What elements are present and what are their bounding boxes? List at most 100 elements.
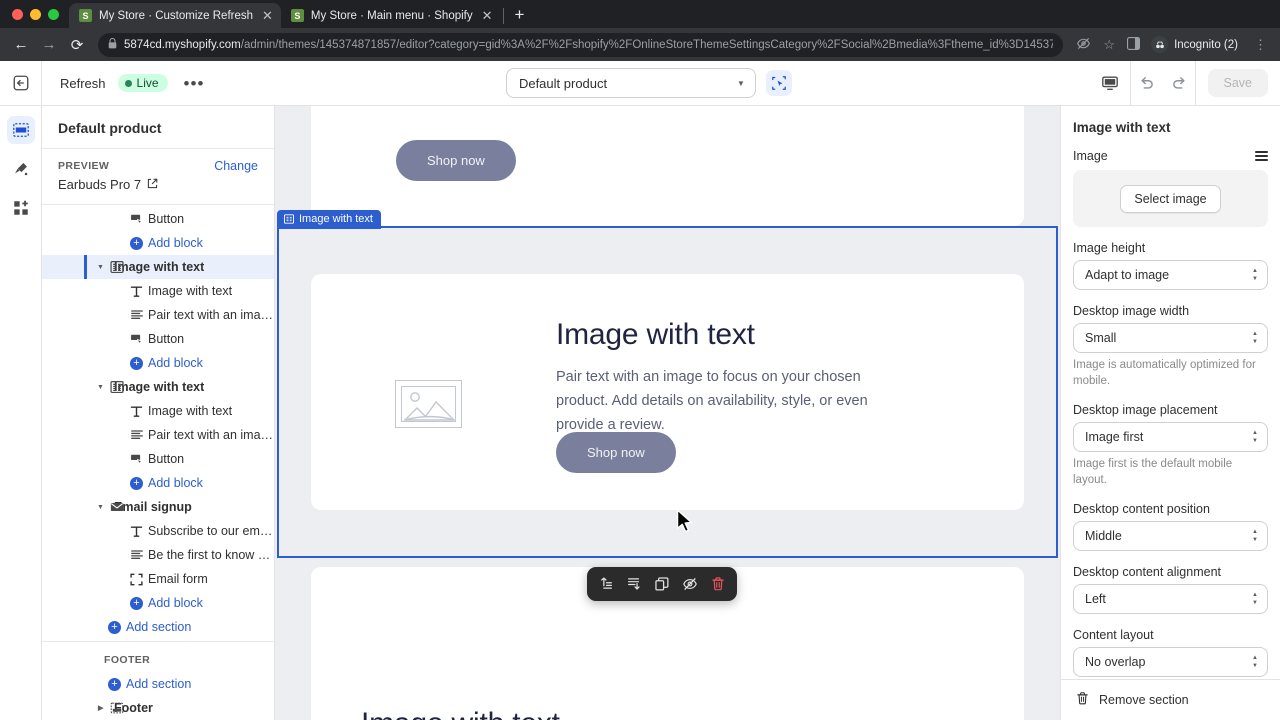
rail-item-theme-settings[interactable] — [7, 155, 35, 183]
close-window-button[interactable] — [12, 8, 23, 20]
footer-icon — [109, 701, 124, 715]
button-icon — [129, 452, 144, 466]
chevron-down-icon[interactable]: ▼ — [97, 384, 104, 391]
plus-circle-icon: + — [129, 476, 144, 490]
chevron-down-icon[interactable]: ▼ — [97, 504, 104, 511]
sections-sidebar: Default product PREVIEW Change Earbuds P… — [42, 106, 275, 720]
stack-icon[interactable] — [1255, 150, 1268, 162]
editor-rail — [0, 106, 42, 720]
preview-label: PREVIEW — [58, 160, 110, 172]
paragraph-icon — [129, 308, 144, 322]
preview-below-heading[interactable]: Image with text — [361, 707, 560, 720]
preview-section-selected[interactable]: Image with text Pair text with an image … — [275, 210, 1060, 558]
shopify-favicon-icon: S — [79, 9, 92, 22]
sidebar-block-item[interactable]: Button — [42, 207, 274, 231]
editor-topbar-right: Save — [1090, 61, 1280, 105]
hide-section-button[interactable] — [677, 572, 703, 596]
sidebar-block-item[interactable]: Image with text — [42, 399, 274, 423]
inspect-mode-button[interactable] — [765, 70, 792, 96]
setting-field-select[interactable]: Left ▲ ▼ — [1073, 584, 1268, 615]
selected-section-badge[interactable]: Image with text — [277, 210, 381, 229]
image-dropzone[interactable]: Select image — [1073, 170, 1268, 227]
add-section-button[interactable]: + Add section — [42, 615, 274, 635]
maximize-window-button[interactable] — [48, 8, 59, 20]
preview-above-shop-now-button[interactable]: Shop now — [396, 140, 516, 181]
delete-section-button[interactable] — [705, 572, 731, 596]
sidebar-block-item[interactable]: Button — [42, 327, 274, 351]
sidebar-block-item[interactable]: Button — [42, 447, 274, 471]
browser-menu-icon[interactable]: ⋮ — [1249, 37, 1272, 53]
select-image-button[interactable]: Select image — [1120, 184, 1221, 213]
side-panel-icon[interactable] — [1122, 36, 1145, 53]
chevron-right-icon[interactable]: ▶ — [98, 704, 103, 712]
reload-button[interactable]: ⟳ — [64, 32, 90, 58]
sidebar-footer-group: FOOTER + Add section ▶ Footer — [42, 635, 274, 720]
setting-field-select[interactable]: No overlap ▲ ▼ — [1073, 647, 1268, 678]
sidebar-section-item[interactable]: ▼ Image with text — [42, 255, 274, 279]
url-host: 5874cd.myshopify.com — [124, 38, 241, 51]
tree-item-label: Add block — [148, 356, 203, 370]
setting-field-select[interactable]: Small ▲ ▼ — [1073, 323, 1268, 353]
setting-field-select[interactable]: Middle ▲ ▼ — [1073, 521, 1268, 552]
redo-button[interactable] — [1163, 61, 1195, 105]
add-block-button[interactable]: + Add block — [42, 471, 274, 495]
rail-item-apps[interactable] — [7, 194, 35, 222]
more-options-button[interactable]: ••• — [180, 75, 209, 92]
sidebar-block-item[interactable]: Pair text with an image to foc… — [42, 423, 274, 447]
browser-tab-2-title: My Store · Main menu · Shopify — [310, 9, 473, 22]
setting-field: Image height Adapt to image ▲ ▼ — [1073, 241, 1268, 290]
sidebar-section-item[interactable]: ▼ Image with text — [42, 375, 274, 399]
chevron-down-icon[interactable]: ▼ — [97, 264, 104, 271]
shopify-favicon-icon: S — [290, 9, 304, 22]
setting-field-value: Adapt to image — [1085, 268, 1170, 282]
remove-section-button[interactable]: Remove section — [1061, 679, 1280, 720]
sidebar-block-item[interactable]: Image with text — [42, 279, 274, 303]
new-tab-button[interactable]: + — [506, 5, 534, 28]
forward-button[interactable]: → — [36, 32, 62, 58]
image-with-text-icon — [109, 380, 124, 394]
plus-circle-icon: + — [129, 596, 144, 610]
address-bar[interactable]: 5874cd.myshopify.com/admin/themes/145374… — [98, 32, 1064, 57]
move-section-up-button[interactable] — [593, 572, 619, 596]
back-button[interactable]: ← — [8, 32, 34, 58]
sidebar-title: Default product — [58, 120, 162, 136]
preview-section-above[interactable]: Shop now — [275, 106, 1060, 226]
rail-item-sections[interactable] — [6, 116, 35, 144]
change-preview-button[interactable]: Change — [214, 159, 258, 173]
add-block-button[interactable]: + Add block — [42, 351, 274, 375]
tree-item-label: Pair text with an image to foc… — [148, 428, 274, 442]
device-preview-button[interactable] — [1090, 61, 1130, 105]
browser-tab-2[interactable]: S My Store · Main menu · Shopify ✕ — [281, 3, 501, 28]
add-block-button[interactable]: + Add block — [42, 231, 274, 255]
incognito-profile-button[interactable]: Incognito (2) — [1147, 34, 1247, 55]
preview-canvas[interactable]: Shop now Image with text Pair text with … — [275, 106, 1060, 720]
close-tab-1-button[interactable]: ✕ — [262, 8, 273, 24]
window-controls — [10, 0, 69, 28]
footer-add-section-button[interactable]: + Add section — [42, 672, 274, 696]
sidebar-block-item[interactable]: Be the first to know about ne… — [42, 543, 274, 567]
select-spinner-icon: ▲ ▼ — [1252, 430, 1258, 445]
sidebar-block-item[interactable]: Subscribe to our emails — [42, 519, 274, 543]
close-tab-2-button[interactable]: ✕ — [482, 8, 493, 24]
tracking-blocked-icon[interactable] — [1071, 36, 1096, 54]
live-status-badge: Live — [117, 74, 168, 92]
bookmark-star-icon[interactable]: ☆ — [1098, 37, 1120, 53]
template-selector[interactable]: Default product ▼ — [505, 68, 756, 98]
sidebar-block-item[interactable]: Pair text with an image to foc… — [42, 303, 274, 327]
undo-button[interactable] — [1131, 61, 1163, 105]
minimize-window-button[interactable] — [30, 8, 41, 20]
sidebar-item-footer[interactable]: ▶ Footer — [42, 696, 274, 720]
setting-field-select[interactable]: Adapt to image ▲ ▼ — [1073, 260, 1268, 290]
exit-editor-button[interactable] — [0, 61, 42, 105]
external-link-icon[interactable] — [147, 177, 158, 192]
browser-tab-1[interactable]: S My Store · Customize Refresh ✕ — [69, 3, 281, 28]
duplicate-section-button[interactable] — [649, 572, 675, 596]
setting-field-select[interactable]: Image first ▲ ▼ — [1073, 422, 1268, 453]
footer-add-section-label: Add section — [126, 677, 192, 691]
add-block-button[interactable]: + Add block — [42, 591, 274, 615]
sidebar-section-item[interactable]: ▼ Email signup — [42, 495, 274, 519]
move-section-down-button[interactable] — [621, 572, 647, 596]
editor-topbar: Refresh Live ••• Default product ▼ Save — [0, 61, 1280, 106]
sidebar-block-item[interactable]: Email form — [42, 567, 274, 591]
save-button[interactable]: Save — [1207, 69, 1268, 97]
